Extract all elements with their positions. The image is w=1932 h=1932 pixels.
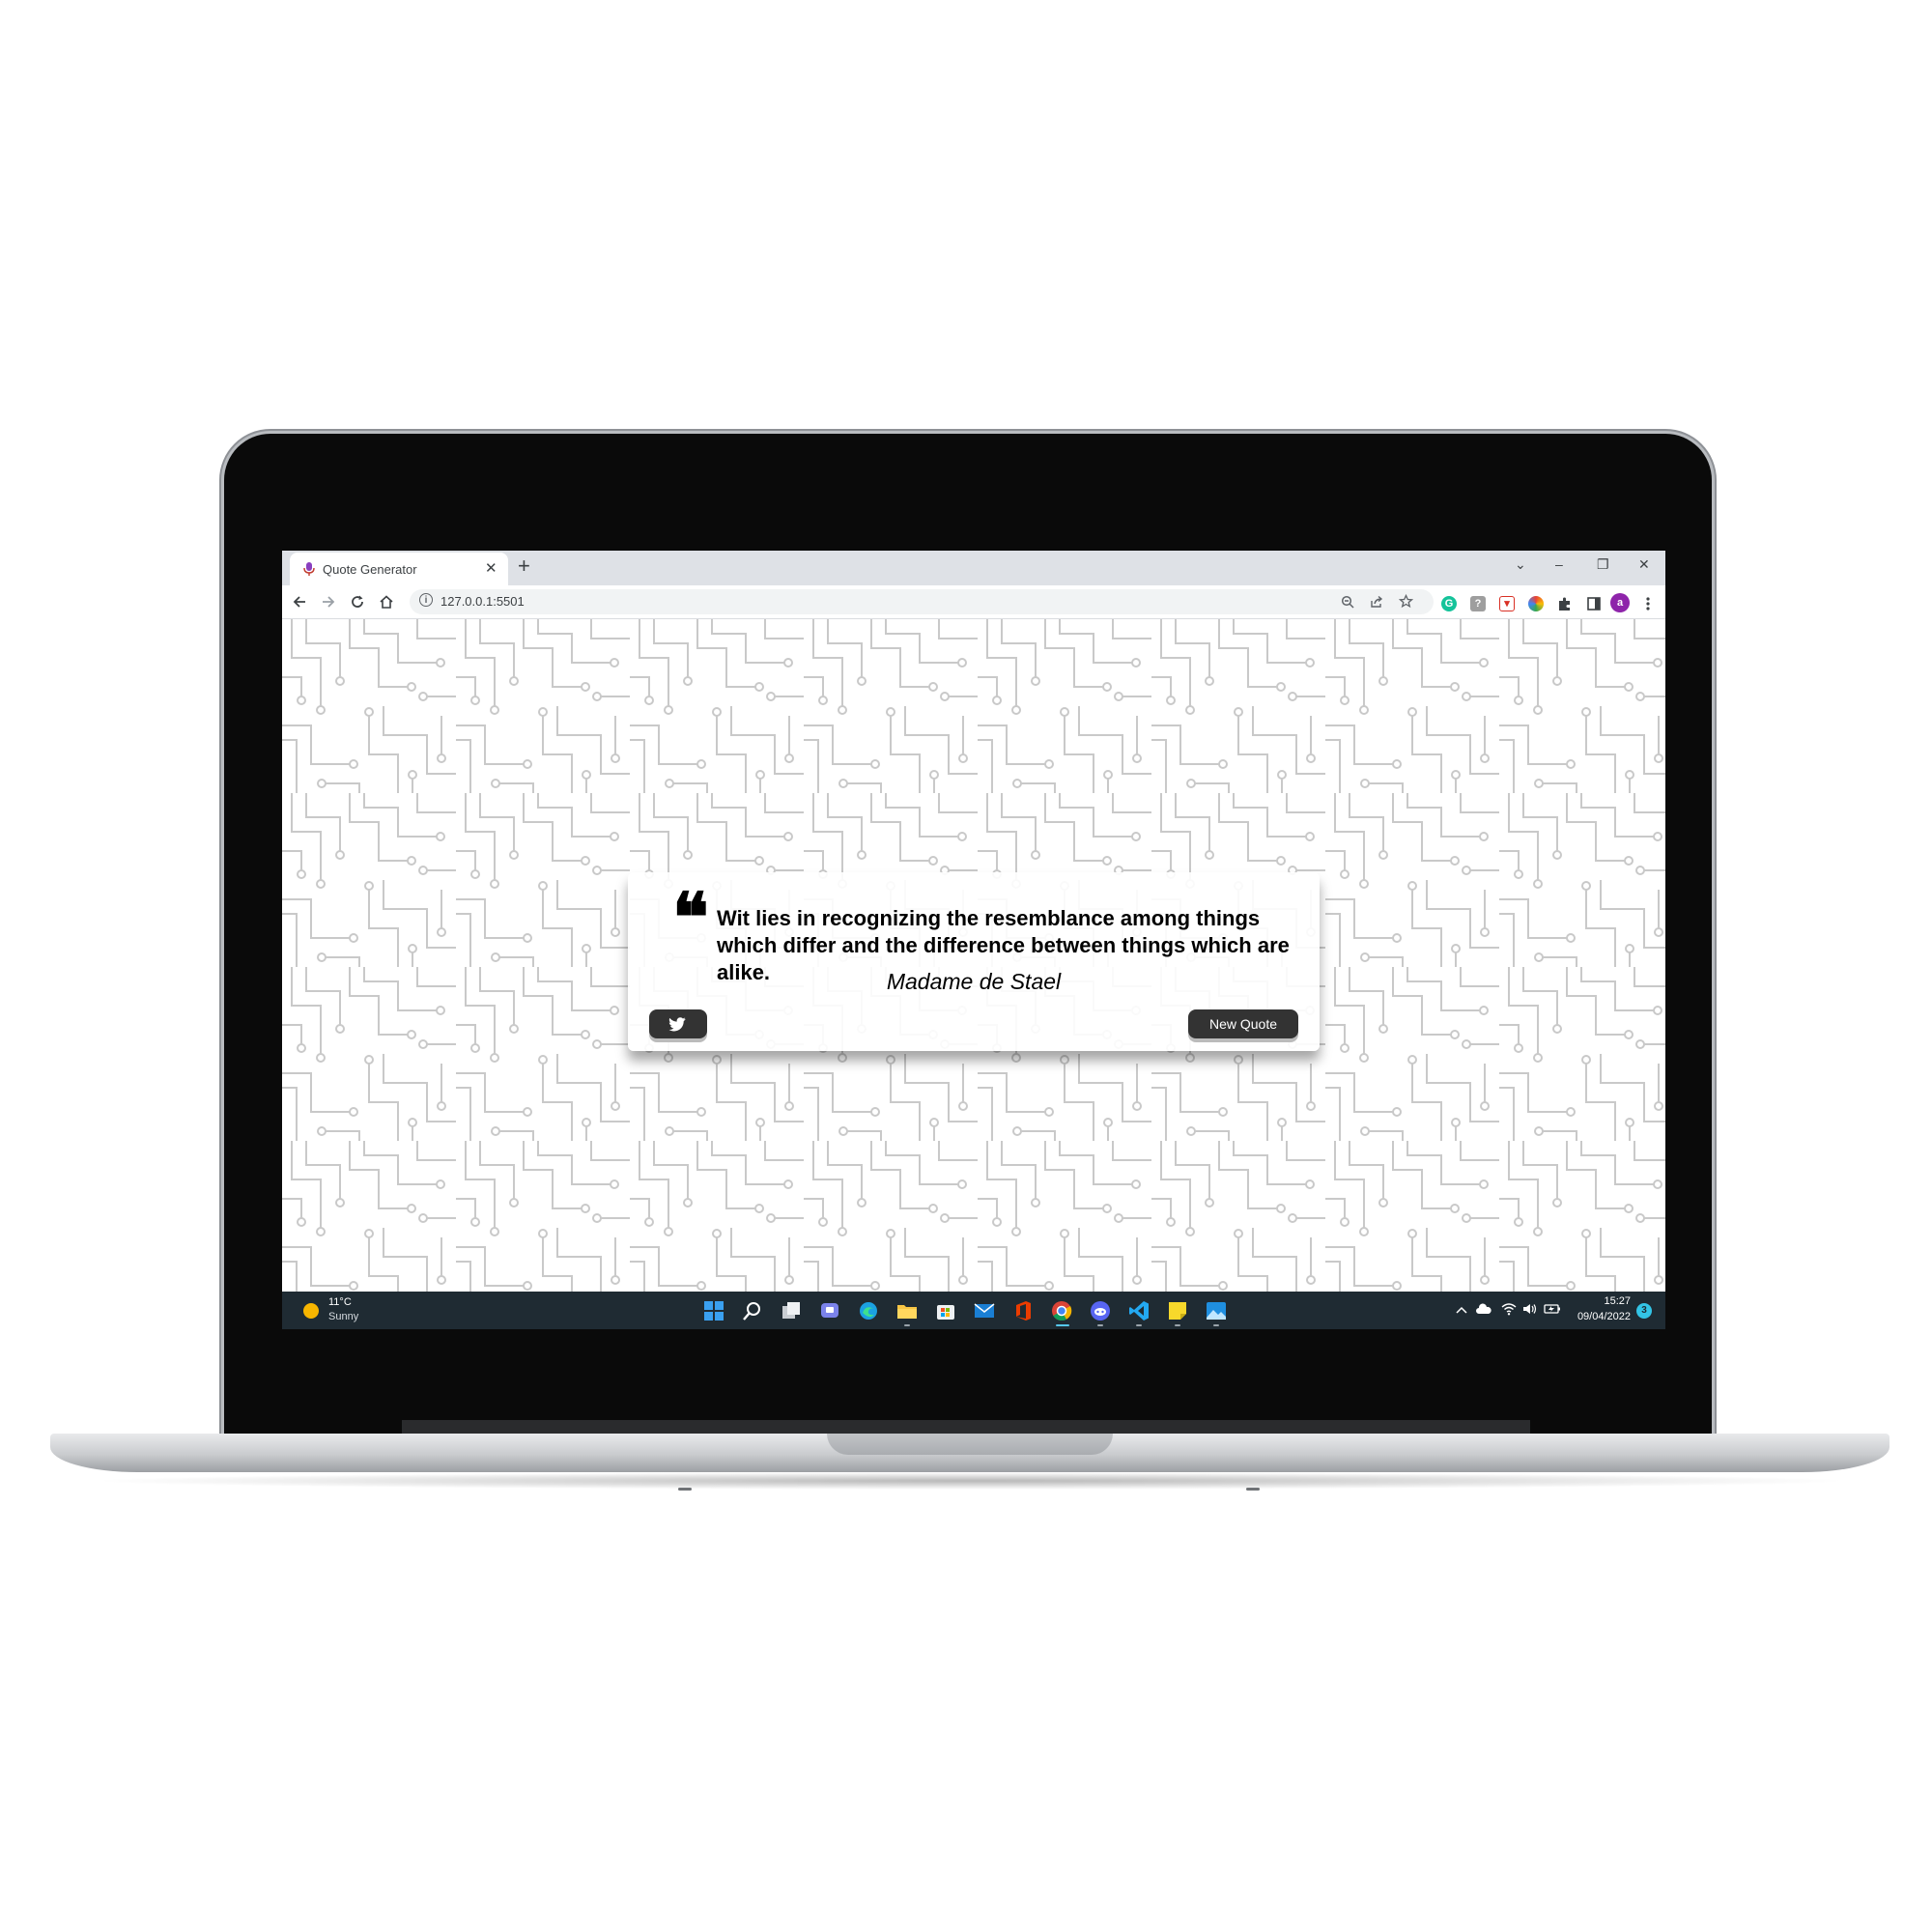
quote-mark-icon: ❝ [672, 877, 709, 957]
puzzle-extensions-icon[interactable] [1557, 596, 1573, 611]
share-icon[interactable] [1370, 595, 1383, 609]
active-app-indicator [1056, 1324, 1069, 1326]
weather-description[interactable]: Sunny [328, 1311, 358, 1322]
search-icon[interactable] [742, 1300, 763, 1321]
photos-icon[interactable] [1206, 1300, 1227, 1321]
volume-icon[interactable] [1522, 1302, 1538, 1316]
bookmark-star-icon[interactable] [1399, 594, 1413, 609]
tab-close-icon[interactable]: ✕ [485, 559, 497, 577]
windows-taskbar: 11°C Sunny 15:27 09/04/2022 3 [282, 1292, 1665, 1329]
close-window-button[interactable]: ✕ [1638, 556, 1650, 573]
edge-browser-icon[interactable] [858, 1300, 879, 1321]
sticky-notes-icon[interactable] [1167, 1300, 1188, 1321]
microsoft-store-icon[interactable] [935, 1300, 956, 1321]
restore-button[interactable]: ❐ [1597, 556, 1609, 573]
laptop-foot [1246, 1488, 1260, 1491]
running-indicator [1175, 1324, 1180, 1326]
running-indicator [1213, 1324, 1219, 1326]
reload-icon[interactable] [350, 594, 365, 610]
tab-title: Quote Generator [323, 562, 417, 577]
wifi-icon[interactable] [1501, 1302, 1517, 1316]
discord-icon[interactable] [1090, 1300, 1111, 1321]
url-text[interactable]: 127.0.0.1:5501 [440, 594, 525, 609]
browser-toolbar: i 127.0.0.1:5501 G ? ▾ a [282, 585, 1665, 619]
laptop-opening-notch [827, 1434, 1113, 1455]
new-quote-button[interactable]: New Quote [1188, 1009, 1298, 1038]
page-viewport: ❝ Wit lies in recognizing the resemblanc… [282, 619, 1665, 1292]
home-icon[interactable] [379, 594, 394, 610]
pocket-extension-icon[interactable]: ▾ [1499, 596, 1515, 611]
laptop-foot [678, 1488, 692, 1491]
laptop-screen: Quote Generator ✕ + ⌄ – ❐ ✕ i 127.0.0.1:… [282, 551, 1665, 1329]
tab-search-icon[interactable]: ⌄ [1515, 556, 1526, 573]
vscode-icon[interactable] [1128, 1300, 1150, 1321]
chevron-up-icon[interactable] [1456, 1305, 1467, 1315]
laptop-hinge [402, 1420, 1530, 1434]
teams-chat-icon[interactable] [819, 1300, 840, 1321]
windows-start-icon[interactable] [703, 1300, 724, 1321]
browser-titlebar: Quote Generator ✕ + ⌄ – ❐ ✕ [282, 551, 1665, 585]
back-arrow-icon[interactable] [292, 594, 307, 610]
chrome-menu-icon[interactable] [1640, 596, 1656, 611]
laptop-shadow [87, 1472, 1855, 1490]
profile-avatar[interactable]: a [1610, 593, 1630, 612]
quote-card: ❝ Wit lies in recognizing the resemblanc… [628, 872, 1320, 1051]
grammarly-extension-icon[interactable]: G [1441, 596, 1457, 611]
chrome-icon[interactable] [1051, 1300, 1072, 1321]
onedrive-cloud-icon[interactable] [1476, 1303, 1492, 1315]
mail-icon[interactable] [974, 1300, 995, 1321]
running-indicator [904, 1324, 910, 1326]
office-icon[interactable] [1012, 1300, 1034, 1321]
extension-question-icon[interactable]: ? [1470, 596, 1486, 611]
address-bar[interactable]: i 127.0.0.1:5501 [410, 589, 1434, 614]
site-info-icon[interactable]: i [419, 593, 433, 607]
clock-time[interactable]: 15:27 [1573, 1295, 1631, 1307]
task-view-icon[interactable] [781, 1300, 802, 1321]
forward-arrow-icon[interactable] [321, 594, 336, 610]
sun-weather-icon[interactable] [303, 1303, 319, 1319]
notification-badge[interactable]: 3 [1636, 1303, 1652, 1319]
running-indicator [1097, 1324, 1103, 1326]
color-picker-extension-icon[interactable] [1528, 596, 1544, 611]
tweet-button[interactable] [649, 1009, 707, 1038]
running-indicator [1136, 1324, 1142, 1326]
battery-charging-icon[interactable] [1544, 1302, 1561, 1316]
browser-tab[interactable]: Quote Generator ✕ [290, 553, 508, 585]
weather-temperature[interactable]: 11°C [328, 1296, 352, 1308]
zoom-icon[interactable] [1341, 595, 1354, 609]
quote-author: Madame de Stael [886, 969, 1062, 994]
clock-date[interactable]: 09/04/2022 [1573, 1311, 1631, 1322]
microphone-favicon-icon [303, 562, 315, 576]
minimize-button[interactable]: – [1555, 556, 1563, 572]
side-panel-icon[interactable] [1586, 596, 1602, 611]
new-tab-button[interactable]: + [518, 554, 530, 579]
file-explorer-icon[interactable] [896, 1300, 918, 1321]
twitter-icon [668, 1016, 686, 1032]
